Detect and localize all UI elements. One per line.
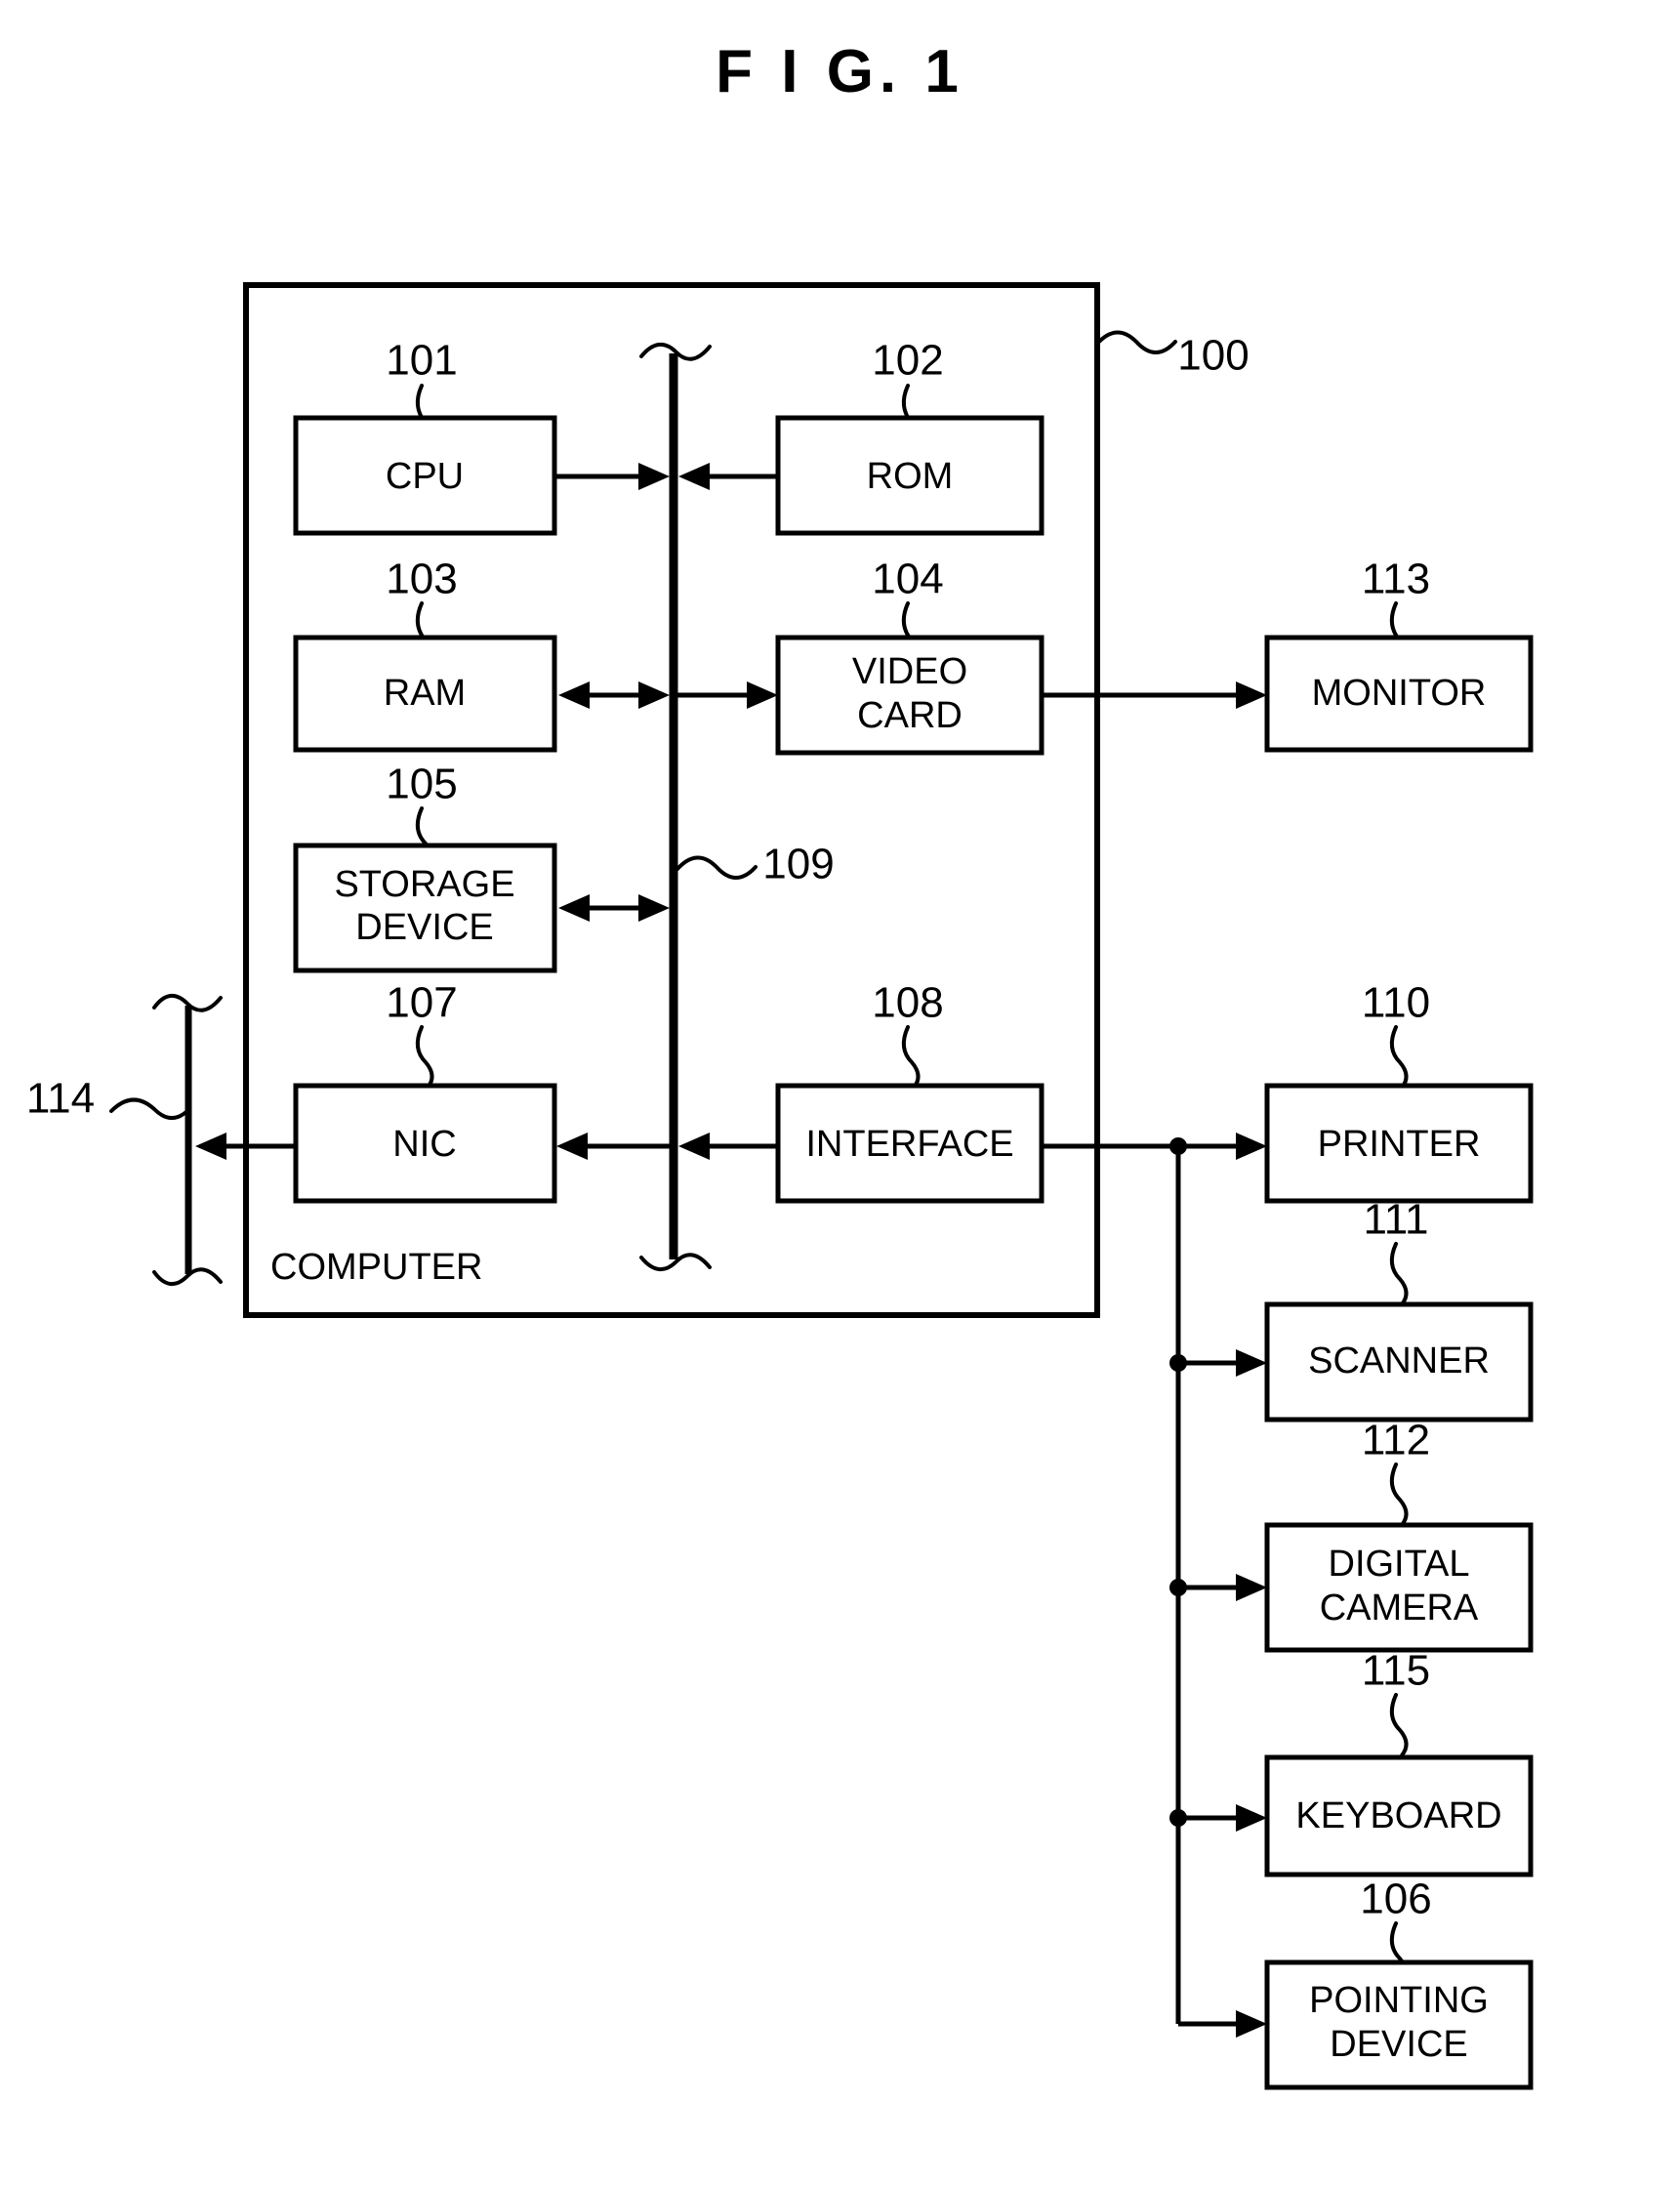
ref-114: 114 xyxy=(26,1075,95,1123)
junction-dot-keyboard xyxy=(1169,1809,1187,1827)
block-nic-label: NIC xyxy=(392,1124,456,1165)
ref-111: 111 xyxy=(1364,1196,1429,1244)
ref-leader-112 xyxy=(1389,1463,1409,1527)
block-rom-label: ROM xyxy=(867,456,954,497)
arrowhead-rom-to-bus xyxy=(678,463,710,490)
ref-113: 113 xyxy=(1362,556,1430,603)
arrowhead-nic-to-network xyxy=(195,1133,226,1160)
ref-115: 115 xyxy=(1362,1647,1430,1695)
ref-108: 108 xyxy=(872,979,943,1027)
block-digital-camera-label-1: DIGITAL xyxy=(1329,1544,1470,1585)
block-storage-device-label-2: DEVICE xyxy=(355,907,493,948)
ref-leader-100 xyxy=(1095,330,1177,354)
arrowhead-storage-to-bus-left xyxy=(558,894,590,922)
junction-dot-scanner xyxy=(1169,1354,1187,1372)
ref-leader-108 xyxy=(901,1025,921,1090)
arrowhead-cpu-to-bus xyxy=(638,463,670,490)
block-monitor-label: MONITOR xyxy=(1312,673,1487,714)
arrowhead-storage-to-bus-right xyxy=(638,894,670,922)
junction-dot-printer xyxy=(1169,1137,1187,1155)
ref-100: 100 xyxy=(1177,332,1249,380)
ref-leader-110 xyxy=(1389,1025,1409,1090)
arrowhead-ram-to-bus-left xyxy=(558,681,590,709)
block-diagram: 100 COMPUTER 109 101 CPU 102 ROM 103 RAM… xyxy=(26,282,1534,2090)
ref-105: 105 xyxy=(386,761,457,808)
block-scanner-label: SCANNER xyxy=(1308,1340,1490,1381)
block-ram-label: RAM xyxy=(384,673,466,714)
block-pointing-device-label-1: POINTING xyxy=(1309,1980,1489,2021)
arrowhead-interface-to-bus xyxy=(678,1133,710,1160)
ref-101: 101 xyxy=(386,337,457,385)
figure-canvas: F I G. 1 100 COMPUTER 109 101 CPU 102 RO… xyxy=(0,0,1680,2185)
ref-leader-107 xyxy=(415,1025,434,1090)
arrowhead-bus-to-pointing-device xyxy=(1236,2010,1267,2038)
junction-dot-digital-camera xyxy=(1169,1579,1187,1596)
ref-102: 102 xyxy=(872,337,943,385)
block-interface-label: INTERFACE xyxy=(805,1124,1013,1165)
arrowhead-bus-to-scanner xyxy=(1236,1349,1267,1377)
block-printer-label: PRINTER xyxy=(1318,1124,1481,1165)
ref-103: 103 xyxy=(386,556,457,603)
ref-leader-111 xyxy=(1389,1242,1409,1306)
arrowhead-bus-to-digital-camera xyxy=(1236,1574,1267,1601)
ref-104: 104 xyxy=(872,556,943,603)
arrowhead-to-printer xyxy=(1236,1133,1267,1160)
computer-label: COMPUTER xyxy=(270,1247,482,1288)
block-video-card-label-1: VIDEO xyxy=(852,651,967,692)
arrowhead-bus-to-nic xyxy=(556,1133,588,1160)
ref-106: 106 xyxy=(1360,1876,1431,1923)
block-keyboard-label: KEYBOARD xyxy=(1295,1795,1501,1836)
ref-110: 110 xyxy=(1362,979,1430,1027)
block-cpu-label: CPU xyxy=(386,456,464,497)
block-pointing-device-label-2: DEVICE xyxy=(1330,2024,1467,2065)
ref-leader-115 xyxy=(1389,1693,1409,1757)
ref-112: 112 xyxy=(1362,1417,1430,1464)
ref-109: 109 xyxy=(762,841,834,888)
arrowhead-bus-to-video-card xyxy=(747,681,778,709)
arrowhead-bus-to-keyboard xyxy=(1236,1804,1267,1832)
arrowhead-video-card-to-monitor xyxy=(1236,681,1267,709)
arrowhead-ram-to-bus-right xyxy=(638,681,670,709)
ref-107: 107 xyxy=(386,979,457,1027)
block-digital-camera-label-2: CAMERA xyxy=(1320,1587,1479,1628)
block-storage-device-label-1: STORAGE xyxy=(334,864,514,905)
block-video-card-label-2: CARD xyxy=(857,695,963,736)
ref-leader-109 xyxy=(676,855,758,880)
ref-leader-114 xyxy=(109,1097,191,1120)
